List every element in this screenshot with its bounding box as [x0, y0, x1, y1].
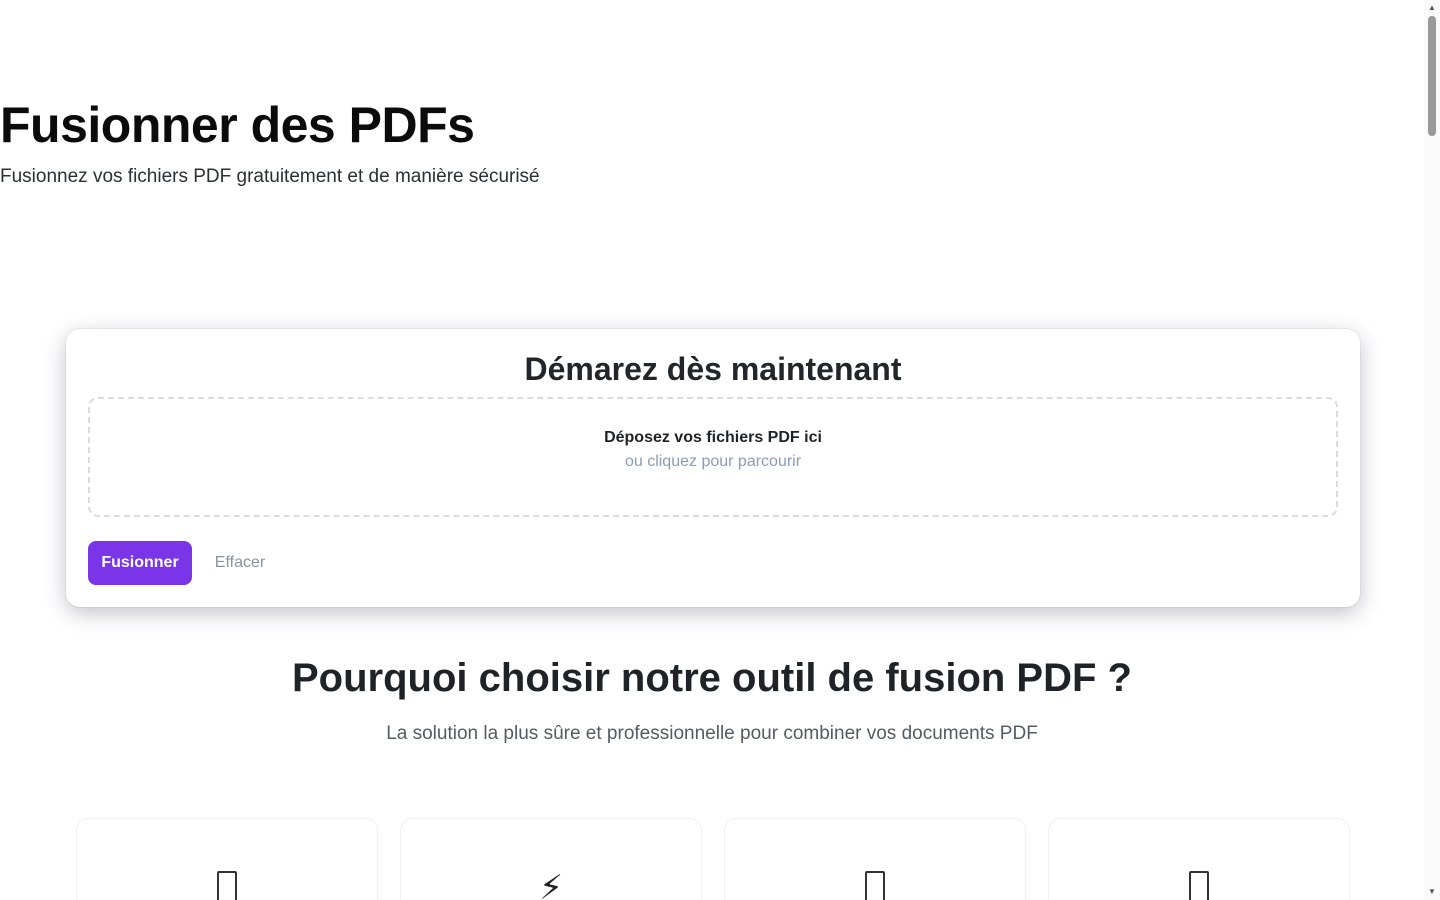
upload-card: Démarez dès maintenant Déposez vos fichi…: [66, 329, 1360, 607]
vertical-scrollbar[interactable]: ▲ ▼: [1424, 0, 1440, 900]
why-section-title: Pourquoi choisir notre outil de fusion P…: [292, 656, 1132, 700]
scroll-down-arrow-icon[interactable]: ▼: [1428, 888, 1436, 896]
merge-button[interactable]: Fusionner: [88, 541, 192, 585]
lightning-icon: ⚡: [539, 869, 563, 900]
scrollbar-thumb[interactable]: [1428, 16, 1436, 136]
feature-card-2: ⚡: [400, 818, 702, 900]
missing-glyph-icon: [77, 871, 377, 900]
feature-card-4: [1048, 818, 1350, 900]
page-title: Fusionner des PDFs: [0, 97, 475, 153]
pdf-dropzone[interactable]: Déposez vos fichiers PDF ici ou cliquez …: [88, 397, 1338, 517]
missing-glyph-icon: [725, 871, 1025, 900]
why-section-subtitle: La solution la plus sûre et professionne…: [386, 723, 1038, 744]
feature-card-3: [724, 818, 1026, 900]
feature-card-1: [76, 818, 378, 900]
clear-button[interactable]: Effacer: [206, 541, 274, 585]
upload-card-title: Démarez dès maintenant: [524, 351, 902, 387]
page-subtitle: Fusionnez vos fichiers PDF gratuitement …: [0, 166, 540, 187]
dropzone-browse-text[interactable]: ou cliquez pour parcourir: [90, 453, 1336, 471]
page: Fusionner des PDFs Fusionnez vos fichier…: [0, 0, 1440, 900]
missing-glyph-icon: [1049, 871, 1349, 900]
scroll-up-arrow-icon[interactable]: ▲: [1428, 4, 1436, 12]
dropzone-main-text: Déposez vos fichiers PDF ici: [604, 429, 822, 446]
